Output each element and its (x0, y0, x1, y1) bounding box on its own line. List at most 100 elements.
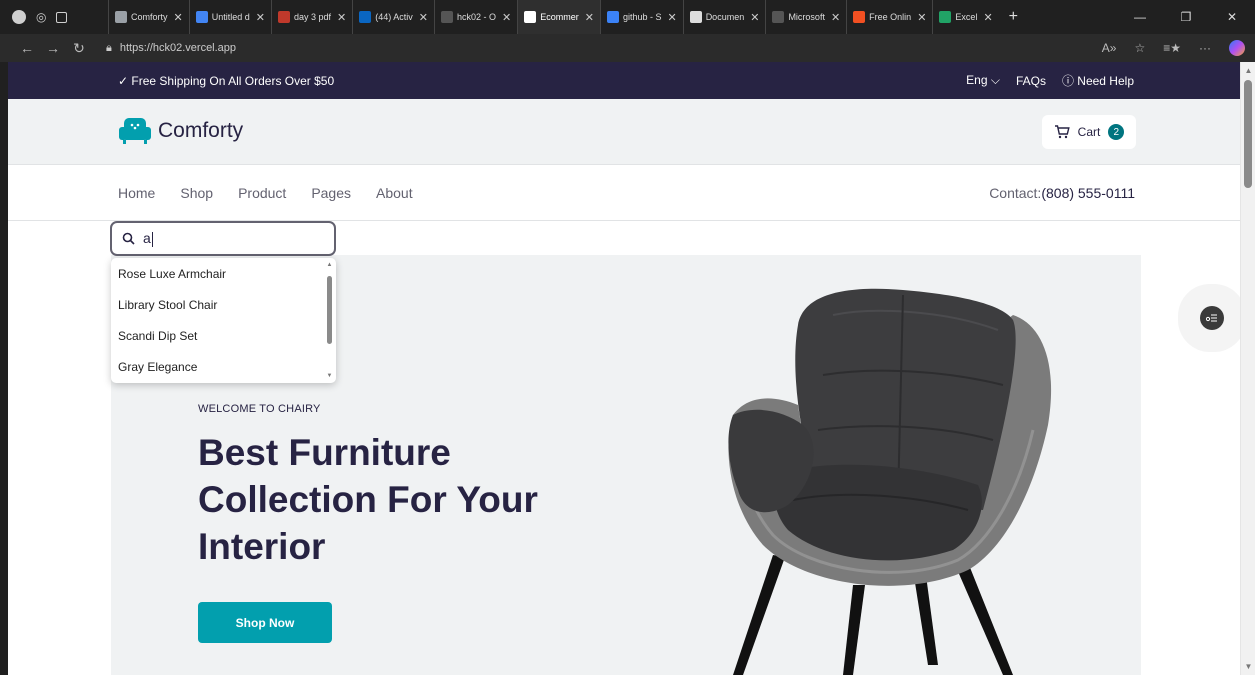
close-tab-icon[interactable]: ✕ (174, 11, 183, 24)
cart-button[interactable]: Cart 2 (1042, 115, 1136, 149)
brand-name: Comforty (158, 119, 244, 142)
shipping-notice: ✓ Free Shipping On All Orders Over $50 (118, 73, 335, 88)
tab-label: hck02 - O (456, 12, 496, 22)
nav-link-shop[interactable]: Shop (180, 185, 213, 201)
more-options-icon[interactable]: ··· (1199, 41, 1211, 55)
sofa-logo-icon (119, 118, 151, 144)
copilot-icon[interactable] (1229, 40, 1245, 56)
armchair-image (728, 288, 1052, 675)
search-input[interactable]: a (110, 221, 336, 256)
main-nav: Home Shop Product Pages About Contact: (808)… (8, 165, 1240, 221)
browser-tab[interactable]: Excel ✕ (932, 0, 998, 34)
forward-icon[interactable]: → (40, 40, 66, 56)
tab-label: Ecommer (540, 12, 579, 22)
tab-favicon-icon (606, 11, 619, 23)
browser-tab[interactable]: Documen ✕ (682, 0, 766, 34)
favorite-star-icon[interactable]: ☆ (1134, 41, 1145, 55)
browser-tab[interactable]: Untitled d ✕ (188, 0, 271, 34)
page-scrollbar[interactable]: ▲ ▼ (1240, 62, 1255, 675)
read-aloud-icon[interactable]: A» (1102, 41, 1117, 55)
close-tab-icon[interactable]: ✕ (983, 11, 992, 24)
browser-tab[interactable]: (44) Activ ✕ (352, 0, 434, 34)
tab-actions-icon[interactable] (56, 11, 68, 23)
close-tab-icon[interactable]: ✕ (502, 11, 511, 24)
browser-tab[interactable]: Free Onlin ✕ (846, 0, 932, 34)
browser-tab[interactable]: Comforty ✕ (108, 0, 189, 34)
minimize-icon[interactable]: — (1117, 10, 1163, 24)
profile-avatar-icon[interactable] (12, 10, 26, 24)
close-window-icon[interactable]: ✕ (1209, 10, 1255, 24)
page-scroll-thumb[interactable] (1244, 80, 1252, 188)
browser-tab[interactable]: github - S ✕ (599, 0, 683, 34)
contact-label: Contact: (989, 185, 1042, 201)
need-help-link[interactable]: ⓘ Need Help (1062, 72, 1134, 89)
browser-tab[interactable]: Ecommer ✕ (517, 0, 600, 34)
reload-icon[interactable]: ↻ (66, 40, 92, 57)
suggestions-scroll-thumb[interactable] (327, 276, 332, 344)
close-tab-icon[interactable]: ✕ (419, 11, 428, 24)
close-tab-icon[interactable]: ✕ (256, 11, 265, 24)
close-tab-icon[interactable]: ✕ (337, 11, 346, 24)
close-tab-icon[interactable]: ✕ (667, 11, 676, 24)
close-tab-icon[interactable]: ✕ (831, 11, 840, 24)
logo[interactable]: Comforty (118, 117, 243, 145)
browser-tab[interactable]: Microsoft ✕ (765, 0, 846, 34)
address-bar-row: ← → ↻ 🔒︎ https://hck02.vercel.app A» ☆ ≡… (0, 34, 1255, 62)
tab-favicon-icon (689, 11, 702, 23)
suggestion-item[interactable]: Scandi Dip Set (111, 320, 336, 351)
window-controls: — ❐ ✕ (1117, 0, 1255, 34)
tab-label: (44) Activ (375, 12, 413, 22)
browser-toolbar: A» ☆ ≡★ ··· (1102, 34, 1245, 62)
header-brand-row: Comforty Cart 2 (8, 99, 1240, 165)
tab-label: Comforty (131, 12, 168, 22)
floating-menu-button[interactable] (1200, 306, 1224, 330)
browser-tab-bar: ◎ Comforty ✕ Untitled d ✕ day 3 pdf ✕ (44) Act… (0, 0, 1255, 34)
language-select[interactable]: Eng ⌵ (966, 73, 1000, 88)
browser-tab[interactable]: hck02 - O ✕ (433, 0, 517, 34)
tab-favicon-icon (359, 11, 372, 23)
close-tab-icon[interactable]: ✕ (750, 11, 759, 24)
back-icon[interactable]: ← (14, 40, 40, 56)
lock-icon: 🔒︎ (106, 41, 112, 54)
page-scroll-down-icon[interactable]: ▼ (1244, 662, 1253, 671)
workspaces-icon[interactable]: ◎ (36, 10, 46, 24)
tab-strip: Comforty ✕ Untitled d ✕ day 3 pdf ✕ (44) Activ… (108, 0, 999, 34)
suggestion-item[interactable]: Rose Luxe Armchair (111, 258, 336, 289)
tab-favicon-icon (524, 11, 537, 23)
search-value: a (143, 230, 151, 247)
search-suggestions: Rose Luxe Armchair Library Stool Chair Sca… (111, 258, 336, 383)
window-left-edge (0, 62, 8, 675)
shop-now-button[interactable]: Shop Now (198, 602, 332, 643)
suggestions-scrollbar[interactable]: ▲ ▼ (326, 262, 333, 379)
browser-tab[interactable]: day 3 pdf ✕ (270, 0, 352, 34)
url-text[interactable]: https://hck02.vercel.app (120, 42, 236, 54)
scroll-down-arrow-icon[interactable]: ▼ (326, 373, 333, 379)
close-tab-icon[interactable]: ✕ (585, 11, 594, 24)
tab-label: github - S (622, 12, 662, 22)
cart-count-badge: 2 (1108, 124, 1125, 140)
tab-favicon-icon (939, 11, 952, 23)
nav-links: Home Shop Product Pages About (118, 165, 413, 221)
topbar-links: Eng ⌵ FAQs ⓘ Need Help (966, 72, 1134, 89)
tab-favicon-icon (853, 11, 866, 23)
scroll-up-arrow-icon[interactable]: ▲ (326, 262, 333, 268)
nav-link-home[interactable]: Home (118, 185, 155, 201)
address-bar[interactable]: 🔒︎ https://hck02.vercel.app (106, 42, 236, 55)
text-caret (151, 231, 153, 247)
list-icon (1206, 314, 1217, 322)
announcement-bar: ✓ Free Shipping On All Orders Over $50 E… (8, 62, 1240, 99)
close-tab-icon[interactable]: ✕ (917, 11, 926, 24)
faqs-link[interactable]: FAQs (1016, 74, 1046, 88)
page-scroll-up-icon[interactable]: ▲ (1244, 66, 1253, 75)
new-tab-button[interactable]: + (999, 8, 1028, 26)
suggestion-item[interactable]: Library Stool Chair (111, 289, 336, 320)
web-page: ✓ Free Shipping On All Orders Over $50 E… (8, 62, 1240, 675)
suggestion-item[interactable]: Gray Elegance (111, 351, 336, 382)
nav-link-product[interactable]: Product (238, 185, 286, 201)
tab-label: day 3 pdf (293, 12, 332, 22)
nav-link-pages[interactable]: Pages (311, 185, 351, 201)
nav-link-about[interactable]: About (376, 185, 413, 201)
contact-phone[interactable]: (808) 555-0111 (1041, 185, 1135, 201)
favorites-list-icon[interactable]: ≡★ (1163, 41, 1181, 55)
restore-icon[interactable]: ❐ (1163, 10, 1209, 24)
